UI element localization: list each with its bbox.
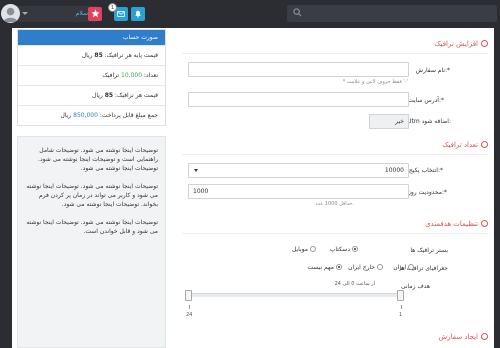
count-label: تعداد: [142, 72, 158, 79]
platform-option-desktop-label: دسکتاپ [329, 246, 350, 253]
unit-price-unit: ریال [92, 92, 105, 99]
count-value: 10,000 [121, 72, 143, 79]
section-create-order: ایجاد سفارش [439, 333, 488, 341]
daily-limit-hint: حداقل 1000 عدد. [315, 201, 354, 207]
chevron-down-icon [194, 169, 198, 172]
description-panel: توضیحات اینجا نوشته می شود. توضیحات شامل… [17, 136, 166, 348]
description-paragraph: توضیحات اینجا نوشته می شود. توضیحات اینج… [26, 183, 158, 208]
section-traffic-count: تعداد ترافیک [442, 141, 488, 149]
total-unit: ریال [60, 112, 74, 119]
total-value: 850,000 [73, 112, 98, 119]
order-name-label: نام سفارش:* [415, 67, 450, 74]
utm-select[interactable]: خیر [369, 114, 409, 129]
mail-icon [117, 11, 125, 17]
description-text: توضیحات اینجا نوشته می شود. توضیحات شامل… [22, 146, 158, 245]
globe-icon [481, 333, 488, 340]
platform-option-desktop[interactable]: دسکتاپ [330, 246, 358, 253]
base-price-label: قیمت پایه هر ترافیک: [102, 52, 158, 59]
base-price-value: 85 [94, 52, 103, 59]
geo-option-outside-label: خارج ایران [348, 264, 375, 271]
daily-limit-value: 1000 [193, 188, 209, 195]
unit-price-value: 85 [104, 92, 114, 99]
divider [182, 154, 488, 155]
geo-option-outside[interactable]: خارج ایران [348, 264, 383, 271]
site-address-input[interactable] [188, 92, 409, 107]
section-increase-traffic-label: افزایش ترافیک [434, 40, 478, 48]
search-input[interactable] [287, 5, 497, 22]
geo-option-any-label: مهم نیست [307, 264, 334, 271]
avatar-icon [3, 7, 18, 23]
user-greeting-label: سلام [75, 10, 88, 17]
section-create-order-label: ایجاد سفارش [438, 333, 478, 341]
avatar[interactable] [1, 4, 20, 23]
time-target-label: هدف زمانی [400, 283, 430, 290]
count-unit: ترافیک [102, 72, 122, 79]
package-label: انتخاب پکیج:* [408, 167, 443, 174]
count-row: تعداد: 10,000 ترافیک [18, 65, 165, 85]
geo-option-any[interactable]: مهم نیست [307, 264, 342, 271]
description-paragraph: توضیحات اینجا نوشته می شود. توضیحات شامل… [38, 147, 158, 172]
base-price-unit: ریال [81, 52, 95, 59]
chevron-down-icon[interactable] [22, 12, 28, 15]
user-greeting-button[interactable]: سلام [16, 6, 98, 22]
star-icon [90, 9, 100, 18]
radio[interactable] [408, 264, 414, 270]
slider-tick [189, 305, 190, 309]
utm-select-value: خیر [395, 118, 404, 125]
account-summary-panel: صورت حساب قیمت پایه هر ترافیک: 85 ریال ت… [17, 29, 166, 126]
radio-selected[interactable] [352, 246, 358, 252]
time-range-slider[interactable] [188, 293, 402, 297]
account-summary-title: صورت حساب [18, 30, 165, 45]
slider-max-label: 1 [399, 312, 403, 318]
slider-min-handle[interactable] [185, 290, 192, 301]
package-select[interactable]: 10000 [188, 163, 409, 178]
total-label: جمع مبلغ قابل پرداخت: [97, 112, 158, 119]
platform-option-mobile-label: موبایل [291, 246, 308, 253]
geo-option-iran-label: ایران [393, 264, 406, 271]
package-select-value: 10000 [384, 167, 404, 174]
radio-selected[interactable] [336, 264, 342, 270]
description-paragraph: توضیحات اینجا نوشته می شود. توضیحات اینج… [26, 219, 158, 235]
geo-option-iran[interactable]: ایران [393, 264, 414, 271]
section-traffic-count-label: تعداد ترافیک [442, 141, 478, 149]
slider-tick [401, 305, 402, 309]
base-price-row: قیمت پایه هر ترافیک: 85 ریال [18, 45, 165, 65]
platform-label: بستر ترافیک ها [410, 247, 448, 254]
site-address-label: آدرس سایت:* [408, 97, 444, 104]
utm-label: Utm اضافه شود: [407, 118, 451, 125]
notifications-button[interactable] [131, 7, 145, 21]
daily-limit-input[interactable]: 1000 [188, 184, 409, 199]
order-name-hint: * فقط حروف لاتین و علامت '-' [342, 79, 408, 85]
radio[interactable] [377, 264, 383, 270]
radio[interactable] [310, 246, 316, 252]
notification-count-badge: 1 [108, 3, 117, 12]
total-row: جمع مبلغ قابل پرداخت: 850,000 ریال [18, 105, 165, 125]
search-icon [293, 8, 302, 17]
time-range-text: از ساعت 0 الی 24 [334, 281, 375, 287]
order-name-input[interactable] [188, 62, 409, 77]
section-targeting-label: تنظیمات هدفمندی [425, 220, 478, 228]
favorites-button[interactable] [88, 7, 102, 21]
slider-max-handle[interactable] [397, 290, 404, 301]
slider-min-label: 24 [186, 312, 193, 318]
right-frame-strip [494, 28, 500, 348]
divider [182, 53, 488, 54]
globe-icon [481, 141, 488, 148]
section-increase-traffic: افزایش ترافیک [434, 40, 488, 48]
platform-option-mobile[interactable]: موبایل [292, 246, 316, 253]
unit-price-label: قیمت هر ترافیک: [113, 92, 158, 99]
divider [182, 233, 488, 234]
unit-price-row: قیمت هر ترافیک: 85 ریال [18, 85, 165, 105]
section-targeting: تنظیمات هدفمندی [425, 220, 488, 228]
globe-icon [481, 220, 488, 227]
bell-icon [135, 10, 141, 18]
left-frame-strip [0, 28, 12, 348]
globe-icon [481, 40, 488, 47]
